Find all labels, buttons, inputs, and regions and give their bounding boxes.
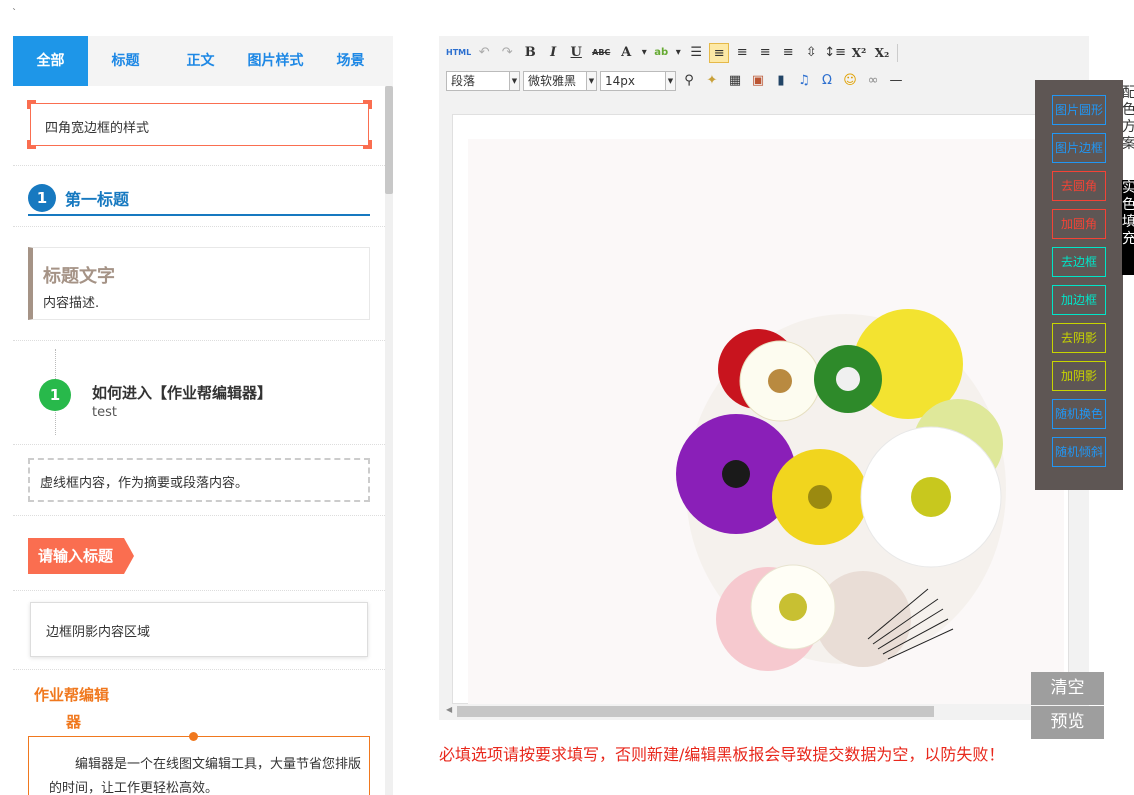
font-family-select[interactable]: 微软雅黑 ▼ — [523, 71, 597, 91]
timeline-badge: 1 — [39, 379, 71, 411]
style-item-shadow-box[interactable]: 边框阴影内容区域 — [30, 602, 368, 657]
style-item-dashed-box[interactable]: 虚线框内容，作为摘要或段落内容。 — [28, 458, 370, 502]
clear-format-icon[interactable]: ☰ — [686, 43, 706, 63]
timeline-subtitle: test — [92, 405, 117, 420]
editor-content-area[interactable] — [452, 114, 1069, 705]
tab-scene[interactable]: 场景 — [313, 36, 388, 86]
left-border-desc-text: 内容描述. — [43, 296, 100, 311]
tab-title[interactable]: 标题 — [88, 36, 163, 86]
emoji-icon[interactable]: ☺ — [840, 71, 860, 91]
font-color-button[interactable]: A — [616, 43, 636, 63]
video-icon[interactable]: ▮ — [771, 71, 791, 91]
align-right-icon[interactable]: ≡ — [755, 43, 775, 63]
numbered-title-text: 第一标题 — [65, 190, 130, 209]
tab-body[interactable]: 正文 — [163, 36, 238, 86]
row-spacing-icon[interactable]: ⇳ — [801, 43, 821, 63]
chevron-down-icon[interactable]: ▾ — [673, 43, 683, 63]
paragraph-format-select[interactable]: 段落 ▼ — [446, 71, 520, 91]
style-item-corner-box[interactable]: 四角宽边框的样式 — [27, 100, 372, 149]
flower-image[interactable] — [468, 139, 1064, 705]
clear-button[interactable]: 清空 — [1031, 672, 1104, 705]
find-replace-icon[interactable]: ⚲ — [679, 71, 699, 91]
style-library-panel: 全部 标题 正文 图片样式 场景 四角宽边框的样式 1 第一标题 标题文字 内容… — [13, 36, 393, 795]
bold-button[interactable]: B — [520, 43, 540, 63]
highlight-color-button[interactable]: ab — [652, 43, 670, 63]
orange-box-frame: 编辑器是一个在线图文编辑工具，大量节省您排版的时间，让工作更轻松高效。 — [28, 732, 370, 795]
left-border-title-text: 标题文字 — [43, 266, 115, 287]
special-char-icon[interactable]: Ω — [817, 71, 837, 91]
style-list-scrollbar[interactable] — [385, 86, 393, 795]
align-justify-icon[interactable]: ≡ — [778, 43, 798, 63]
add-radius-button[interactable]: 加圆角 — [1052, 209, 1106, 239]
editor-toolbar: HTML ↶ ↷ B I U ABC A ▾ ab ▾ ☰ ≡ ≡ ≡ ≡ ⇳ … — [439, 36, 1089, 98]
orange-box-title-cont: 器 — [66, 713, 82, 731]
style-list: 四角宽边框的样式 1 第一标题 标题文字 内容描述. 1 如何进入【作业帮编辑器… — [13, 86, 385, 795]
corner-box-text: 四角宽边框的样式 — [45, 121, 150, 136]
remove-shadow-button[interactable]: 去阴影 — [1052, 323, 1106, 353]
style-category-tabs: 全部 标题 正文 图片样式 场景 — [13, 36, 393, 86]
undo-icon[interactable]: ↶ — [474, 43, 494, 63]
timeline-title: 如何进入【作业帮编辑器】 — [92, 384, 273, 402]
tab-image-style[interactable]: 图片样式 — [238, 36, 313, 86]
font-size-value: 14px — [605, 74, 635, 88]
style-item-left-border-title[interactable]: 标题文字 内容描述. — [28, 247, 370, 320]
chevron-down-icon: ▼ — [509, 72, 519, 90]
font-family-value: 微软雅黑 — [528, 74, 577, 88]
tab-all[interactable]: 全部 — [13, 36, 88, 86]
color-scheme-tab[interactable]: 配色方案 — [1122, 85, 1134, 153]
superscript-button[interactable]: X² — [849, 43, 869, 63]
horizontal-rule-icon[interactable]: — — [886, 71, 906, 91]
rich-text-editor: HTML ↶ ↷ B I U ABC A ▾ ab ▾ ☰ ≡ ≡ ≡ ≡ ⇳ … — [439, 36, 1089, 720]
remove-radius-button[interactable]: 去圆角 — [1052, 171, 1106, 201]
editor-horizontal-scrollbar[interactable]: ◀ — [442, 704, 1086, 718]
required-fields-warning: 必填选项请按要求填写，否则新建/编辑黑板报会导致提交数据为空，以防失败！ — [439, 745, 1005, 764]
table-icon[interactable]: ▦ — [725, 71, 745, 91]
underline-button[interactable]: U — [566, 43, 586, 63]
random-tilt-button[interactable]: 随机倾斜 — [1052, 437, 1106, 467]
paragraph-format-value: 段落 — [451, 74, 476, 88]
dashed-box-text: 虚线框内容，作为摘要或段落内容。 — [40, 476, 249, 491]
style-item-numbered-title[interactable]: 1 第一标题 — [28, 184, 370, 216]
solid-fill-tab[interactable]: 实色填充 — [1122, 180, 1134, 275]
link-icon[interactable]: ∞ — [863, 71, 883, 91]
align-left-icon[interactable]: ≡ — [709, 43, 730, 63]
number-badge: 1 — [28, 184, 56, 212]
toolbar-divider — [897, 44, 899, 62]
style-item-arrow-title[interactable]: 请输入标题 — [28, 538, 134, 574]
image-tools-panel: 图片圆形 图片边框 去圆角 加圆角 去边框 加边框 去阴影 加阴影 随机换色 随… — [1035, 80, 1123, 490]
subscript-button[interactable]: X₂ — [872, 43, 892, 63]
image-round-button[interactable]: 图片圆形 — [1052, 95, 1106, 125]
orange-box-title: 作业帮编辑 — [34, 686, 110, 704]
redo-icon[interactable]: ↷ — [497, 43, 517, 63]
preview-button[interactable]: 预览 — [1031, 706, 1104, 739]
flower-bouquet-image — [468, 139, 1064, 705]
music-icon[interactable]: ♫ — [794, 71, 814, 91]
image-icon[interactable]: ▣ — [748, 71, 768, 91]
shadow-box-text: 边框阴影内容区域 — [46, 625, 151, 640]
chevron-left-icon[interactable]: ◀ — [446, 705, 452, 714]
orange-box-text: 编辑器是一个在线图文编辑工具，大量节省您排版的时间，让工作更轻松高效。 — [49, 757, 362, 795]
image-border-button[interactable]: 图片边框 — [1052, 133, 1106, 163]
add-shadow-button[interactable]: 加阴影 — [1052, 361, 1106, 391]
italic-button[interactable]: I — [543, 43, 563, 63]
chevron-down-icon[interactable]: ▾ — [639, 43, 649, 63]
chevron-down-icon: ▼ — [586, 72, 596, 90]
html-source-button[interactable]: HTML — [446, 43, 471, 63]
chevron-down-icon: ▼ — [665, 72, 675, 90]
remove-border-button[interactable]: 去边框 — [1052, 247, 1106, 277]
align-center-icon[interactable]: ≡ — [732, 43, 752, 63]
strikethrough-button[interactable]: ABC — [589, 43, 613, 63]
font-size-select[interactable]: 14px ▼ — [600, 71, 676, 91]
line-height-icon[interactable]: ↕≡ — [824, 43, 846, 63]
random-color-button[interactable]: 随机换色 — [1052, 399, 1106, 429]
magic-format-icon[interactable]: ✦ — [702, 71, 722, 91]
add-border-button[interactable]: 加边框 — [1052, 285, 1106, 315]
stray-mark: ` — [12, 8, 17, 19]
